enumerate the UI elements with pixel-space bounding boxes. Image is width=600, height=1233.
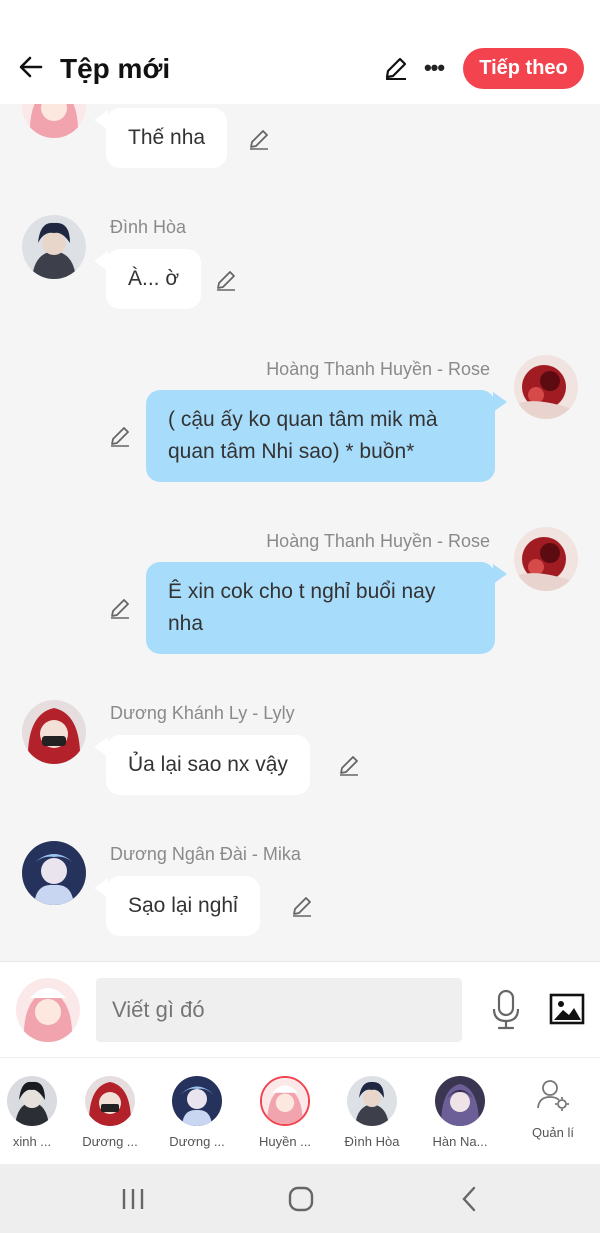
recent-apps-icon[interactable]	[113, 1182, 153, 1216]
message-bubble[interactable]: À... ờ	[106, 249, 202, 309]
microphone-icon[interactable]	[486, 988, 526, 1032]
avatar[interactable]	[514, 355, 578, 419]
avatar	[85, 1076, 135, 1126]
participant-item[interactable]: xinh ...	[0, 1076, 72, 1149]
participants-strip: xinh ... Dương ... Dương ... Huyền ... Đ…	[0, 1057, 600, 1164]
participant-name: Huyền ...	[258, 1134, 312, 1149]
participant-name: Dương ...	[169, 1134, 225, 1149]
pencil-icon[interactable]	[212, 266, 240, 294]
pencil-icon[interactable]	[245, 125, 273, 153]
sender-name: Đình Hòa	[110, 217, 187, 237]
sender-name: Dương Ngân Đài - Mika	[110, 844, 301, 864]
sender-name: Hoàng Thanh Huyền - Rose	[266, 531, 490, 551]
pencil-icon[interactable]	[288, 892, 316, 920]
pencil-icon[interactable]	[106, 422, 134, 450]
composer-bar	[0, 961, 600, 1057]
participant-item[interactable]: Đình Hòa	[332, 1076, 412, 1149]
message-text: Ê xin cok cho t nghỉ buổi nay nha	[168, 580, 436, 635]
pencil-icon[interactable]	[106, 594, 134, 622]
message-bubble[interactable]: Sạo lại nghỉ	[106, 876, 260, 936]
sender-name: Dương Khánh Ly - Lyly	[110, 703, 295, 723]
avatar	[347, 1076, 397, 1126]
bubble-tail	[94, 251, 108, 271]
bubble-tail	[493, 564, 507, 584]
message-text: ( cậu ấy ko quan tâm mik mà quan tâm Nhi…	[168, 408, 438, 463]
page-title: Tệp mới	[60, 53, 171, 84]
chat-area[interactable]: Thế nha Đình Hòa À... ờ Hoàng Thanh Huyề…	[0, 104, 600, 961]
more-options-icon[interactable]: •••	[418, 52, 450, 84]
pencil-icon[interactable]	[335, 751, 363, 779]
system-nav-bar	[0, 1164, 600, 1233]
manage-user-icon	[537, 1080, 569, 1111]
back-arrow-icon[interactable]	[14, 50, 48, 84]
avatar[interactable]	[514, 527, 578, 591]
message-input[interactable]	[96, 978, 462, 1042]
bubble-tail	[94, 737, 108, 757]
manage-button[interactable]: Quản lí	[518, 1078, 588, 1140]
participant-name: Dương ...	[82, 1134, 138, 1149]
avatar	[7, 1076, 57, 1126]
participant-item[interactable]: Dương ...	[70, 1076, 150, 1149]
avatar	[172, 1076, 222, 1126]
my-avatar[interactable]	[16, 978, 80, 1042]
avatar	[435, 1076, 485, 1126]
next-button[interactable]: Tiếp theo	[463, 48, 584, 89]
avatar[interactable]	[22, 215, 86, 279]
participant-name: Đình Hòa	[344, 1134, 400, 1149]
participant-item[interactable]: Huyền ...	[245, 1076, 325, 1149]
participant-item[interactable]: Hàn Na...	[420, 1076, 500, 1149]
message-text: Ủa lại sao nx vậy	[128, 753, 288, 776]
message-bubble[interactable]: ( cậu ấy ko quan tâm mik mà quan tâm Nhi…	[146, 390, 495, 482]
message-bubble[interactable]: Ê xin cok cho t nghỉ buổi nay nha	[146, 562, 495, 654]
bubble-tail	[493, 392, 507, 412]
participant-name: xinh ...	[12, 1134, 52, 1149]
bubble-tail	[94, 878, 108, 898]
sender-name: Hoàng Thanh Huyền - Rose	[266, 359, 490, 379]
avatar[interactable]	[22, 841, 86, 905]
message-bubble[interactable]: Ủa lại sao nx vậy	[106, 735, 310, 795]
participant-item[interactable]: Dương ...	[157, 1076, 237, 1149]
participant-name: Hàn Na...	[432, 1134, 488, 1149]
avatar[interactable]	[22, 104, 86, 138]
nav-back-icon[interactable]	[449, 1182, 489, 1216]
message-bubble[interactable]: Thế nha	[106, 108, 228, 168]
avatar[interactable]	[22, 700, 86, 764]
bubble-tail	[94, 110, 108, 130]
app-root: Tệp mới ••• Tiếp theo Thế nha Đình Hòa À…	[0, 0, 600, 1233]
image-icon[interactable]	[548, 990, 586, 1028]
message-text: À... ờ	[128, 267, 180, 290]
top-bar: Tệp mới ••• Tiếp theo	[0, 0, 600, 104]
message-text: Sạo lại nghỉ	[128, 894, 238, 917]
home-icon[interactable]	[281, 1182, 321, 1216]
message-text: Thế nha	[128, 126, 206, 149]
avatar	[260, 1076, 310, 1126]
pencil-icon[interactable]	[380, 52, 412, 84]
manage-label: Quản lí	[532, 1125, 574, 1140]
